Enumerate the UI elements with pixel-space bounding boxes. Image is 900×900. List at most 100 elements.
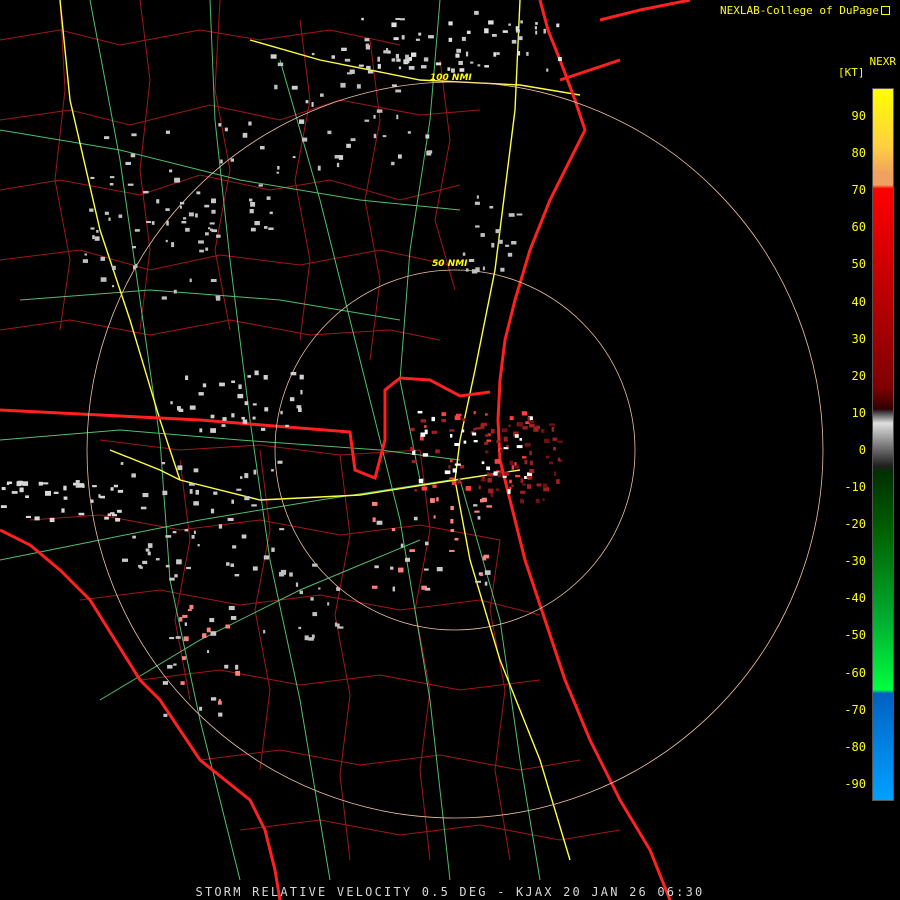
radar-echo [22, 481, 29, 486]
radar-echo [436, 567, 443, 572]
radar-echo [428, 35, 434, 39]
radar-echo [298, 408, 302, 412]
radar-echo [173, 663, 177, 666]
radar-echo [461, 429, 465, 433]
radar-echo [185, 375, 189, 380]
radar-echo [206, 627, 211, 633]
radar-echo [249, 209, 254, 214]
radar-echo [377, 56, 380, 62]
radar-echo [318, 587, 321, 590]
radar-echo [484, 581, 488, 586]
radar-echo [484, 441, 489, 445]
radar-echo [376, 520, 383, 525]
radar-echo [230, 563, 234, 567]
radar-echo [480, 573, 484, 577]
radar-echo [346, 143, 351, 148]
radar-echo [189, 405, 196, 410]
radar-echo [511, 39, 517, 44]
radar-echo [486, 505, 493, 508]
radar-echo [485, 413, 488, 416]
radar-echo [163, 713, 168, 717]
radar-echo [495, 229, 500, 234]
radar-echo [42, 482, 49, 485]
radar-echo [183, 636, 189, 642]
radar-echo [226, 562, 230, 566]
radar-echo [234, 574, 240, 577]
radar-echo [327, 130, 332, 135]
radar-echo [104, 211, 109, 215]
radar-echo [172, 531, 177, 534]
radar-echo [334, 622, 338, 627]
radar-echo [338, 155, 344, 160]
radar-echo [252, 403, 257, 406]
radar-echo [496, 440, 501, 443]
radar-echo [516, 213, 523, 216]
radar-echo [290, 372, 297, 376]
radar-echo [251, 504, 257, 507]
radar-echo [498, 239, 503, 244]
radar-echo [176, 559, 182, 565]
radar-echo [198, 240, 204, 244]
radar-echo [488, 488, 494, 494]
radar-echo [254, 370, 259, 376]
radar-echo [425, 541, 429, 546]
radar-echo [279, 528, 285, 531]
colorbar-tick-label: -50 [844, 628, 866, 643]
radar-echo [193, 530, 196, 535]
range-ring-label-100: 100 NMI [430, 73, 472, 83]
radar-echo [151, 221, 155, 225]
radar-echo [373, 115, 376, 119]
radar-echo [452, 468, 457, 473]
radar-echo [209, 222, 215, 225]
external-link-icon[interactable] [881, 6, 890, 15]
radar-echo [490, 428, 495, 434]
radar-echo [529, 469, 535, 474]
radar-echo [165, 564, 170, 568]
radar-echo [221, 424, 226, 427]
radar-echo [187, 609, 192, 612]
radar-echo [181, 221, 187, 224]
radar-echo [503, 447, 509, 450]
radar-echo [222, 417, 227, 421]
radar-echo [391, 84, 397, 87]
radar-echo [45, 490, 51, 496]
radar-echo [264, 226, 268, 229]
radar-echo [181, 656, 186, 660]
radar-echo [96, 230, 99, 233]
radar-echo [311, 102, 314, 107]
radar-echo [237, 393, 244, 399]
radar-echo [143, 190, 149, 194]
product-label: NEXR [869, 55, 897, 68]
radar-echo [231, 380, 235, 383]
radar-echo [542, 498, 545, 502]
radar-echo [125, 161, 131, 165]
radar-echo [341, 47, 347, 51]
radar-echo [117, 489, 124, 493]
radar-echo [433, 515, 436, 519]
radar-echo [224, 127, 228, 132]
radar-echo [113, 484, 118, 488]
radar-echo [495, 488, 500, 492]
radar-echo [230, 158, 234, 162]
radar-echo [421, 585, 427, 590]
radar-echo [53, 491, 59, 494]
radar-echo [242, 419, 248, 424]
radar-echo [165, 130, 170, 134]
radar-echo [508, 424, 511, 427]
radar-echo [211, 198, 216, 204]
radar-echo [422, 453, 429, 457]
radar-echo [502, 475, 507, 478]
radar-echo [509, 416, 514, 421]
radar-echo [140, 506, 147, 510]
colorbar-tick-label: -30 [844, 554, 866, 569]
colorbar-tick-label: -70 [844, 702, 866, 717]
radar-echo [7, 481, 13, 484]
radar-echo [558, 57, 562, 61]
radar-echo [519, 498, 524, 504]
radar-echo [182, 614, 188, 618]
radar-echo [161, 296, 167, 300]
radar-echo [135, 263, 138, 269]
radar-echo [147, 543, 153, 548]
radar-echo [193, 468, 199, 473]
radar-echo [218, 712, 223, 717]
